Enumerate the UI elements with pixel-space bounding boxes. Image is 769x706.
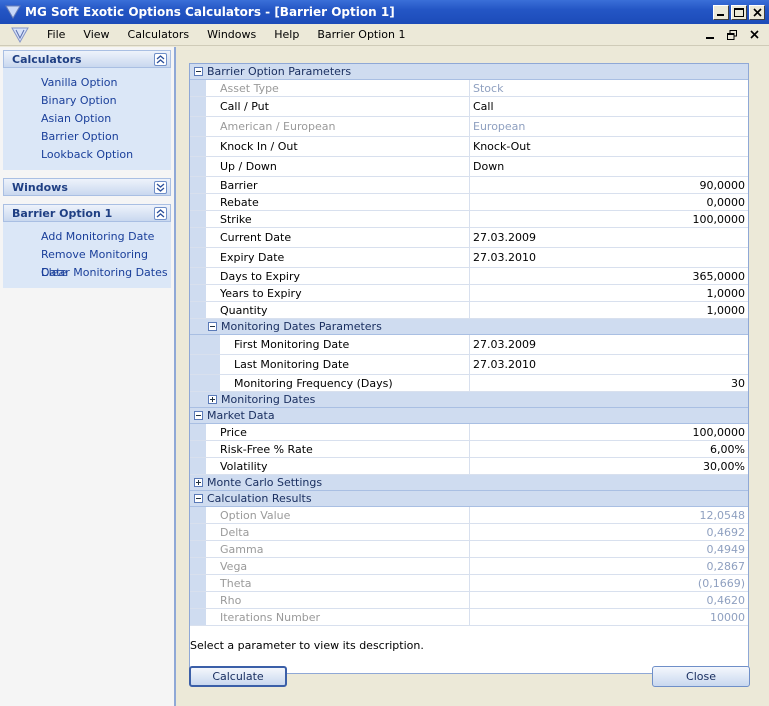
- sidebar-item-lookback-option[interactable]: Lookback Option: [41, 146, 171, 164]
- menu-file[interactable]: File: [38, 28, 74, 41]
- row-volatility[interactable]: Volatility 30,00%: [190, 458, 748, 475]
- main-panel: Barrier Option Parameters Asset Type Sto…: [178, 47, 769, 706]
- row-rho[interactable]: Rho 0,4620: [190, 592, 748, 609]
- barrier-header[interactable]: Barrier Option 1: [3, 204, 171, 222]
- minimize-icon[interactable]: [713, 4, 729, 20]
- sidebar-item-barrier-option[interactable]: Barrier Option: [41, 128, 171, 146]
- sidebar-item-vanilla-option[interactable]: Vanilla Option: [41, 74, 171, 92]
- mdi-close-icon[interactable]: [747, 28, 761, 42]
- row-knock-in-out[interactable]: Knock In / Out Knock-Out: [190, 137, 748, 157]
- row-option-value[interactable]: Option Value 12,0548: [190, 507, 748, 524]
- sidebar-item-clear-monitoring-dates[interactable]: Clear Monitoring Dates: [41, 264, 171, 282]
- chevron-up-icon[interactable]: [154, 207, 167, 220]
- sidebar-item-remove-monitoring-date[interactable]: Remove Monitoring Date: [41, 246, 171, 279]
- expand-icon[interactable]: [194, 478, 203, 487]
- windows-group: Windows: [3, 178, 171, 196]
- sidebar-item-add-monitoring-date[interactable]: Add Monitoring Date: [41, 228, 171, 246]
- menu-help[interactable]: Help: [265, 28, 308, 41]
- row-years-to-expiry[interactable]: Years to Expiry 1,0000: [190, 285, 748, 302]
- calculate-button[interactable]: Calculate: [189, 666, 287, 687]
- row-monitoring-frequency[interactable]: Monitoring Frequency (Days) 30: [190, 375, 748, 392]
- row-delta[interactable]: Delta 0,4692: [190, 524, 748, 541]
- row-price[interactable]: Price 100,0000: [190, 424, 748, 441]
- collapse-icon[interactable]: [194, 67, 203, 76]
- barrier-title: Barrier Option 1: [12, 206, 113, 220]
- row-strike[interactable]: Strike 100,0000: [190, 211, 748, 228]
- window-title: MG Soft Exotic Options Calculators - [Ba…: [25, 5, 395, 19]
- calculators-header[interactable]: Calculators: [3, 50, 171, 68]
- menu-bar: File View Calculators Windows Help Barri…: [0, 24, 769, 46]
- menu-barrier-option[interactable]: Barrier Option 1: [308, 28, 414, 41]
- row-iterations-number[interactable]: Iterations Number 10000: [190, 609, 748, 626]
- category-monitoring-dates[interactable]: Monitoring Dates: [190, 392, 748, 408]
- app-icon: [5, 5, 21, 19]
- chevron-down-icon[interactable]: [154, 181, 167, 194]
- row-theta[interactable]: Theta (0,1669): [190, 575, 748, 592]
- windows-title: Windows: [12, 180, 68, 194]
- title-bar: MG Soft Exotic Options Calculators - [Ba…: [0, 0, 769, 24]
- chevron-up-icon[interactable]: [154, 53, 167, 66]
- collapse-icon[interactable]: [194, 494, 203, 503]
- row-american-european[interactable]: American / European European: [190, 117, 748, 137]
- menu-windows[interactable]: Windows: [198, 28, 265, 41]
- category-monitoring-dates-parameters[interactable]: Monitoring Dates Parameters: [190, 319, 748, 335]
- sidebar-item-asian-option[interactable]: Asian Option: [41, 110, 171, 128]
- row-first-monitoring-date[interactable]: First Monitoring Date 27.03.2009: [190, 335, 748, 355]
- category-barrier-option-parameters[interactable]: Barrier Option Parameters: [190, 64, 748, 80]
- row-quantity[interactable]: Quantity 1,0000: [190, 302, 748, 319]
- row-last-monitoring-date[interactable]: Last Monitoring Date 27.03.2010: [190, 355, 748, 375]
- row-expiry-date[interactable]: Expiry Date 27.03.2010: [190, 248, 748, 268]
- expand-icon[interactable]: [208, 395, 217, 404]
- collapse-icon[interactable]: [194, 411, 203, 420]
- sidebar: Calculators Vanilla Option Binary Option…: [0, 47, 176, 706]
- description-text: Select a parameter to view its descripti…: [190, 639, 424, 652]
- row-days-to-expiry[interactable]: Days to Expiry 365,0000: [190, 268, 748, 285]
- close-button[interactable]: Close: [652, 666, 750, 687]
- maximize-icon[interactable]: [731, 4, 747, 20]
- row-barrier[interactable]: Barrier 90,0000: [190, 177, 748, 194]
- menu-view[interactable]: View: [74, 28, 118, 41]
- row-gamma[interactable]: Gamma 0,4949: [190, 541, 748, 558]
- category-market-data[interactable]: Market Data: [190, 408, 748, 424]
- calculators-group: Calculators Vanilla Option Binary Option…: [3, 50, 171, 170]
- row-asset-type[interactable]: Asset Type Stock: [190, 80, 748, 97]
- row-call-put[interactable]: Call / Put Call: [190, 97, 748, 117]
- logo-icon: [11, 27, 29, 43]
- windows-header[interactable]: Windows: [3, 178, 171, 196]
- row-current-date[interactable]: Current Date 27.03.2009: [190, 228, 748, 248]
- collapse-icon[interactable]: [208, 322, 217, 331]
- property-grid: Barrier Option Parameters Asset Type Sto…: [189, 63, 749, 674]
- row-vega[interactable]: Vega 0,2867: [190, 558, 748, 575]
- category-calculation-results[interactable]: Calculation Results: [190, 491, 748, 507]
- sidebar-item-binary-option[interactable]: Binary Option: [41, 92, 171, 110]
- row-rebate[interactable]: Rebate 0,0000: [190, 194, 748, 211]
- close-icon[interactable]: [749, 4, 765, 20]
- barrier-group: Barrier Option 1 Add Monitoring Date Rem…: [3, 204, 171, 288]
- category-monte-carlo-settings[interactable]: Monte Carlo Settings: [190, 475, 748, 491]
- mdi-minimize-icon[interactable]: [703, 28, 717, 42]
- calculators-title: Calculators: [12, 52, 82, 66]
- menu-calculators[interactable]: Calculators: [119, 28, 199, 41]
- mdi-restore-icon[interactable]: [725, 28, 739, 42]
- row-risk-free-rate[interactable]: Risk-Free % Rate 6,00%: [190, 441, 748, 458]
- row-up-down[interactable]: Up / Down Down: [190, 157, 748, 177]
